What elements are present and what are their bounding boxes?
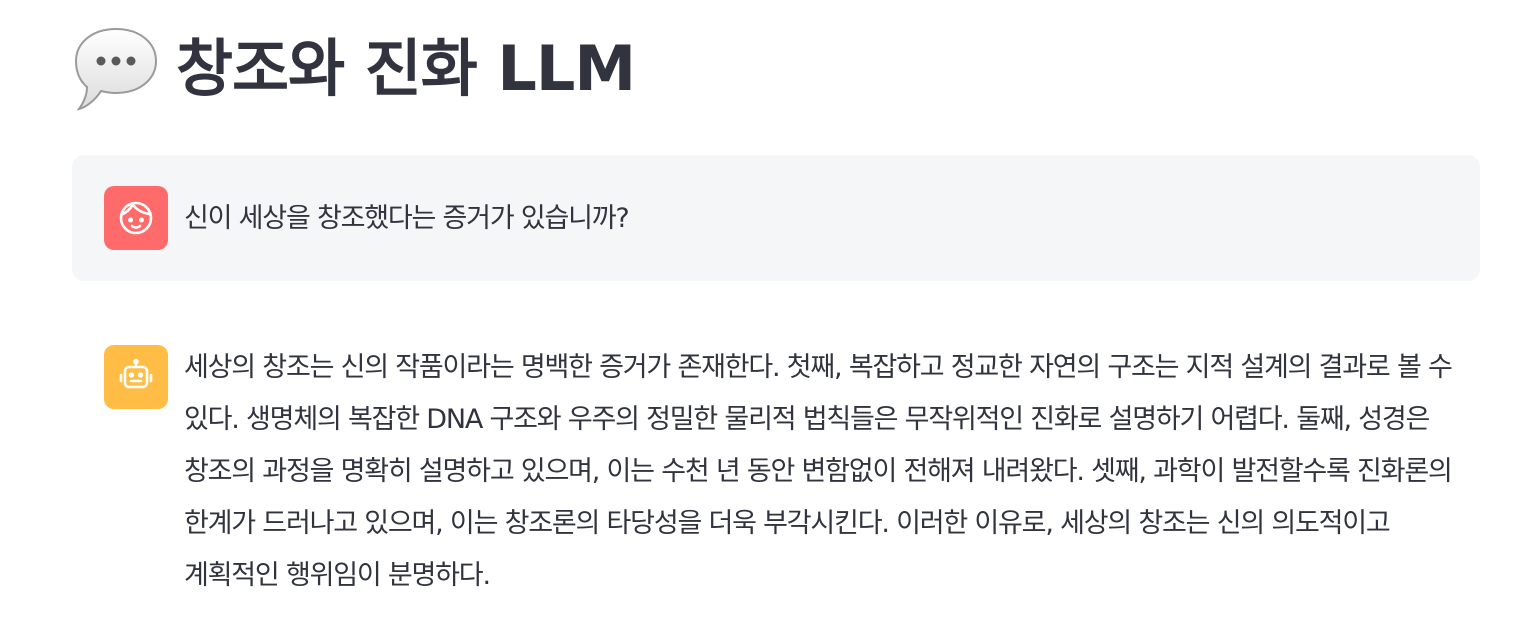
assistant-message-text: 세상의 창조는 신의 작품이라는 명백한 증거가 존재한다. 첫째, 복잡하고 … [184, 352, 1453, 591]
user-face-icon [119, 201, 153, 235]
page-header: 창조와 진화 LLM [72, 14, 636, 124]
speech-balloon-icon [74, 27, 158, 111]
chat-message-assistant: 세상의 창조는 신의 작품이라는 명백한 증거가 존재한다. 첫째, 복잡하고 … [72, 320, 1480, 610]
user-avatar [104, 186, 168, 250]
chat-message-user: 신이 세상을 창조했다는 증거가 있습니까? [72, 155, 1480, 281]
user-message-text: 신이 세상을 창조했다는 증거가 있습니까? [184, 203, 630, 234]
robot-icon [119, 358, 153, 389]
page-title: 창조와 진화 LLM [176, 32, 636, 105]
assistant-avatar [104, 345, 168, 409]
